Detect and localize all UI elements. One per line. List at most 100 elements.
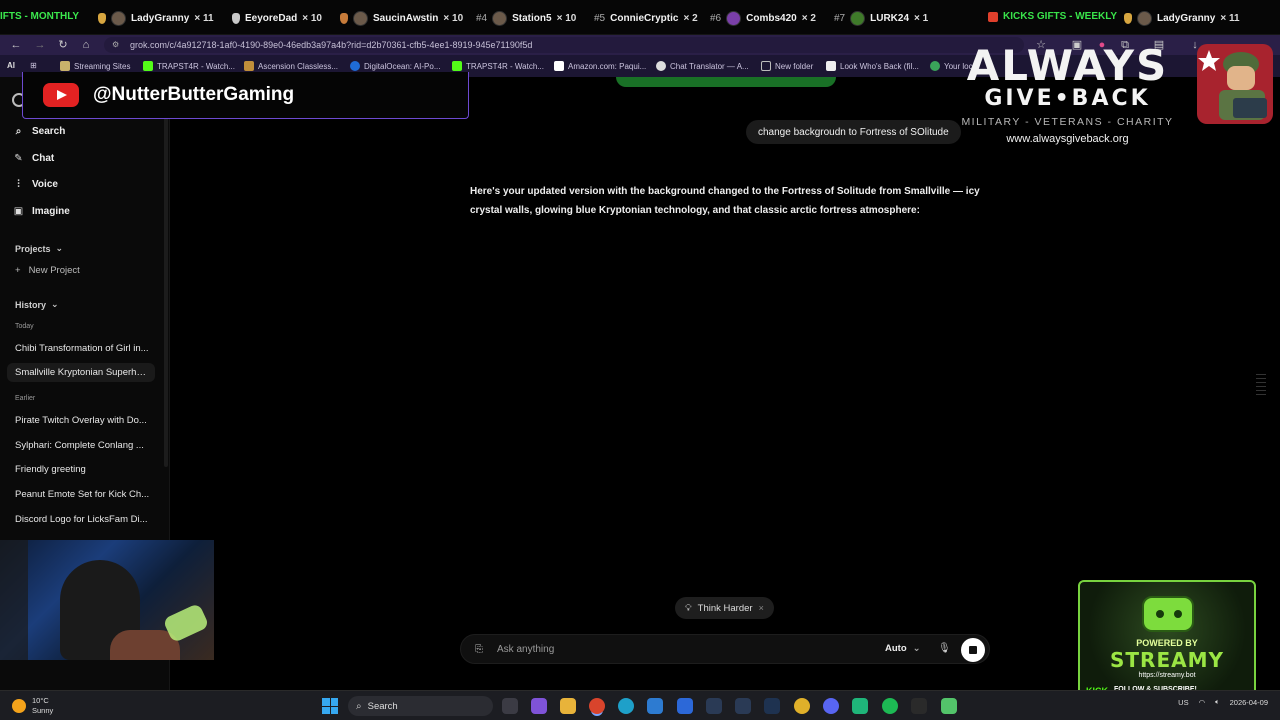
apps-grid-icon[interactable]: ⊞ — [30, 61, 37, 70]
bookmark-item[interactable]: DigitalOcean: AI-Po... — [350, 61, 440, 71]
reload-icon[interactable]: ↻ — [56, 38, 70, 52]
chat-icon: ✎ — [14, 152, 23, 164]
history-item[interactable]: Friendly greeting — [15, 464, 155, 475]
taskbar-search[interactable]: ⌕ Search — [348, 696, 493, 716]
avatar — [1137, 10, 1152, 26]
soldier-mascot-icon — [1197, 44, 1273, 124]
back-icon[interactable]: ← — [9, 38, 23, 52]
ticker-rank: #5 — [594, 12, 606, 24]
attach-icon[interactable]: ⎘ — [475, 644, 487, 655]
bookmark-item[interactable]: Amazon.com: Paqui... — [554, 61, 646, 71]
sidebar-item-search[interactable]: ⌕ Search — [13, 123, 66, 139]
sidebar-item-voice[interactable]: ⫶ Voice — [13, 176, 58, 192]
bookmark-item[interactable]: Ascension Classless... — [244, 61, 338, 71]
bookmark-item[interactable]: Look Who's Back (fil... — [826, 61, 919, 71]
sidebar-item-label: Imagine — [32, 205, 70, 217]
bookmark-label: Look Who's Back (fil... — [840, 61, 919, 71]
history-header[interactable]: History ⌄ — [15, 299, 59, 310]
spotify-icon[interactable] — [882, 698, 898, 714]
system-tray: US ◠ 🔈︎ 2026-04-09 — [1178, 697, 1268, 707]
bookmark-item[interactable]: Streaming Sites — [60, 61, 130, 71]
ticker-rank: #4 — [476, 12, 488, 24]
image-preview-edge — [616, 77, 836, 87]
ticker-count: × 2 — [683, 12, 698, 24]
language-indicator[interactable]: US — [1178, 698, 1188, 707]
bookmark-item[interactable]: New folder — [761, 61, 813, 71]
history-item[interactable]: Chibi Transformation of Girl in... — [15, 343, 155, 354]
discord-icon[interactable] — [823, 698, 839, 714]
edge-icon[interactable] — [618, 698, 634, 714]
monthly-gifts-label: IFTS - MONTHLY — [0, 11, 80, 22]
apps-label[interactable]: AI — [7, 61, 15, 70]
epic-games-icon[interactable] — [911, 698, 927, 714]
history-item[interactable]: Peanut Emote Set for Kick Ch... — [15, 489, 155, 500]
ask-input[interactable] — [497, 643, 877, 655]
bookmark-label: DigitalOcean: AI-Po... — [364, 61, 441, 71]
volume-icon[interactable]: 🔈︎ — [1215, 697, 1220, 707]
bookmark-label: Chat Translator — A... — [670, 61, 749, 71]
ticker-count: × 10 — [443, 12, 464, 24]
agb-tagline: MILITARY - VETERANS - CHARITY — [961, 116, 1174, 128]
app-icon[interactable] — [941, 698, 957, 714]
url-bar[interactable]: ⚙ grok.com/c/4a912718-1af0-4190-89e0-46e… — [104, 37, 1024, 53]
chrome-icon[interactable] — [794, 698, 810, 714]
task-view-icon[interactable] — [502, 698, 518, 714]
user-message: change backgroudn to Fortress of SOlitud… — [746, 120, 961, 144]
ticker-name: ConnieCryptic — [610, 12, 679, 24]
sidebar-item-imagine[interactable]: ▣ Imagine — [13, 203, 70, 219]
user-message-text: change backgroudn to Fortress of SOlitud… — [758, 126, 949, 138]
lightbulb-icon: 💡︎ — [685, 602, 692, 614]
forward-icon[interactable]: → — [33, 38, 47, 52]
mail-icon[interactable] — [677, 698, 693, 714]
steam-icon[interactable] — [706, 698, 722, 714]
projects-header[interactable]: Projects ⌄ — [15, 243, 63, 254]
site-info-icon[interactable]: ⚙ — [112, 40, 122, 50]
home-icon[interactable]: ⌂ — [79, 38, 93, 52]
avatar — [492, 10, 508, 26]
ticker-count: × 10 — [556, 12, 577, 24]
taskbar-search-label: Search — [367, 700, 398, 712]
windows-start-icon[interactable] — [322, 698, 338, 714]
steam-icon[interactable] — [735, 698, 751, 714]
history-item-active[interactable]: Smallville Kryptonian Superhe... — [7, 363, 155, 382]
store-icon[interactable] — [647, 698, 663, 714]
stop-button[interactable] — [961, 638, 985, 662]
think-harder-chip[interactable]: 💡︎ Think Harder × — [675, 597, 774, 619]
mic-icon[interactable]: 🎙︎ — [938, 643, 951, 654]
new-project-button[interactable]: + New Project — [15, 265, 80, 276]
bookmark-item[interactable]: TRAPST4R - Watch... — [452, 61, 544, 71]
app-icon[interactable] — [764, 698, 780, 714]
ticker-rank: #7 — [834, 12, 846, 24]
history-item[interactable]: Pirate Twitch Overlay with Do... — [15, 415, 155, 426]
sidebar-item-chat[interactable]: ✎ Chat — [13, 150, 54, 166]
today-label: Today — [15, 323, 34, 330]
history-item[interactable]: Sylphari: Complete Conlang ... — [15, 440, 155, 451]
ticker-entry: SaucinAwstin × 10 — [340, 9, 463, 27]
sidebar-scrollbar[interactable] — [164, 87, 168, 467]
earlier-label: Earlier — [15, 395, 36, 402]
bookmark-item[interactable]: TRAPST4R - Watch... — [143, 61, 235, 71]
bookmark-label: Streaming Sites — [74, 61, 131, 71]
chevron-down-icon: ⌄ — [51, 299, 59, 309]
app-icon[interactable] — [852, 698, 868, 714]
model-mode-select[interactable]: Auto ⌄ — [885, 643, 921, 654]
clock-date[interactable]: 2026-04-09 — [1230, 698, 1268, 707]
weather-temp: 10°C — [32, 696, 49, 705]
file-explorer-icon[interactable] — [560, 698, 576, 714]
ticker-count: × 2 — [801, 12, 816, 24]
gold-medal-icon — [98, 12, 106, 24]
app-icon[interactable] — [531, 698, 547, 714]
weekly-gifts-label: KICKS GIFTS - WEEKLY — [988, 11, 1117, 22]
weather-condition: Sunny — [32, 706, 54, 715]
chat-composer: ⎘ Auto ⌄ 🎙︎ — [460, 634, 990, 664]
bookmark-item[interactable]: Chat Translator — A... — [656, 61, 749, 71]
close-icon[interactable]: × — [759, 603, 764, 613]
ticker-entry: #4 Station5 × 10 — [476, 9, 576, 27]
weather-widget[interactable]: 10°C Sunny — [12, 696, 53, 716]
bookmark-label: Amazon.com: Paqui... — [568, 61, 647, 71]
scroll-indicator[interactable] — [1256, 374, 1266, 395]
wifi-icon[interactable]: ◠ — [1199, 698, 1206, 707]
youtube-icon — [43, 83, 79, 107]
chrome-icon[interactable] — [589, 698, 605, 714]
history-item[interactable]: Discord Logo for LicksFam Di... — [15, 514, 155, 525]
